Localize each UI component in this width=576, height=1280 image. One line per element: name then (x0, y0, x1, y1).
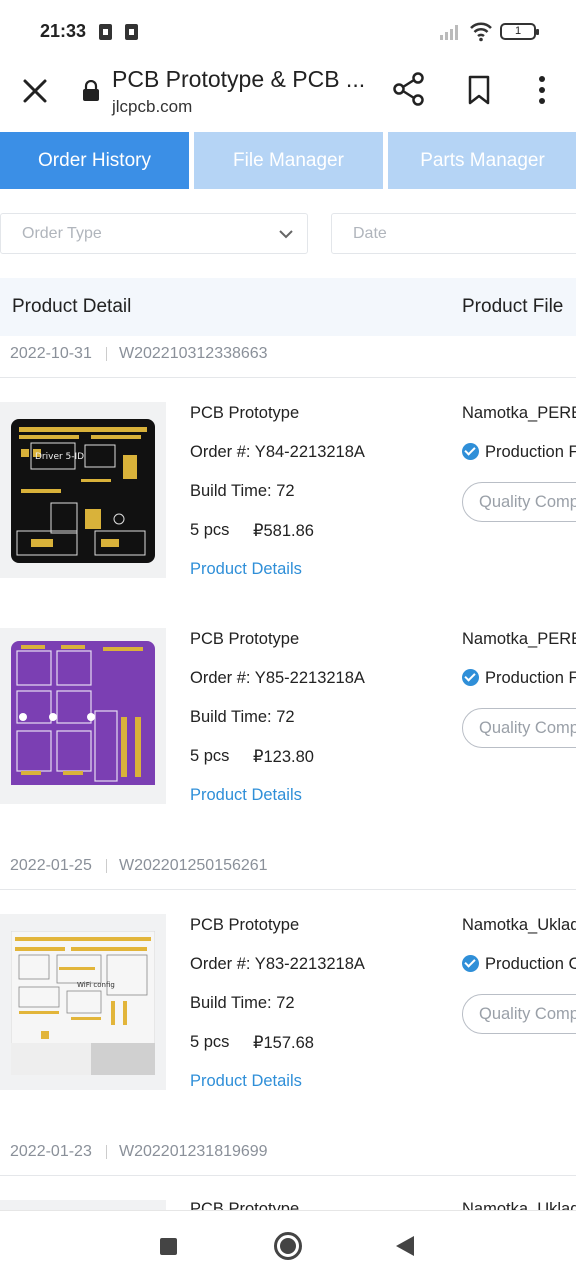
product-details-link[interactable]: Product Details (190, 786, 302, 805)
status-bar: 21:33 1 (0, 0, 576, 60)
pcb-board-image (11, 641, 155, 785)
product-details-link[interactable]: Product Details (190, 560, 302, 579)
quality-button[interactable]: Quality Comp (462, 482, 576, 522)
check-circle-icon (462, 443, 479, 460)
order-header: 2022-01-25 W202201250156261 (0, 848, 576, 890)
production-label: Production F (485, 443, 576, 461)
quantity: 5 pcs (190, 747, 230, 765)
page-url[interactable]: jlcpcb.com (112, 97, 192, 117)
product-type: PCB Prototype (190, 630, 300, 648)
chevron-down-icon (279, 230, 293, 239)
build-time: Build Time: 72 (190, 994, 295, 1012)
quality-button[interactable]: Quality Comp (462, 708, 576, 748)
file-name[interactable]: Namotka_Uklad (462, 916, 576, 935)
recents-icon[interactable] (160, 1238, 177, 1255)
quality-button[interactable]: Quality Comp (462, 994, 576, 1034)
bookmark-icon[interactable] (466, 74, 492, 106)
price: ₽581.86 (253, 522, 314, 540)
back-icon[interactable] (396, 1236, 414, 1256)
order-type-placeholder: Order Type (22, 225, 102, 242)
production-status: Production F (462, 669, 576, 688)
tab-bar: Order History File Manager Parts Manager (0, 132, 576, 190)
order-number-label: Order #: Y83-2213218A (190, 955, 365, 973)
order-date: 2022-01-23 (10, 1143, 92, 1160)
more-icon[interactable] (532, 74, 552, 106)
order-date: 2022-01-25 (10, 857, 92, 874)
production-label: Production F (485, 669, 576, 687)
pcb-thumbnail[interactable] (0, 1200, 166, 1210)
page-title[interactable]: PCB Prototype & PCB ... (112, 66, 365, 93)
tab-order-history[interactable]: Order History (0, 132, 189, 189)
list-item: Driver 5-ID PCB Prototype Order #: Y84-2… (0, 402, 576, 582)
home-icon[interactable] (274, 1232, 302, 1260)
lock-icon (83, 80, 99, 101)
build-time: Build Time: 72 (190, 482, 295, 500)
header-product-detail: Product Detail (12, 296, 132, 317)
product-type: PCB Prototype (190, 916, 300, 934)
order-number[interactable]: W202210312338663 (119, 345, 268, 363)
date-select[interactable]: Date (331, 213, 576, 254)
svg-text:Driver 5-ID: Driver 5-ID (35, 452, 84, 462)
table-header: Product Detail Product File (0, 278, 576, 336)
order-type-select[interactable]: Order Type (0, 213, 308, 254)
pcb-board-image: WiFi config (11, 931, 155, 1075)
list-item: WiFi config PCB Prototype Order #: Y83-2… (0, 914, 576, 1094)
divider (106, 859, 107, 873)
battery-icon: 1 (500, 23, 539, 40)
product-type: PCB Prototype (190, 1200, 300, 1210)
file-name[interactable]: Namotka_Uklad (462, 1200, 576, 1210)
pcb-thumbnail[interactable]: WiFi config (0, 914, 166, 1090)
price: ₽157.68 (253, 1034, 314, 1052)
pcb-thumbnail[interactable] (0, 628, 166, 804)
wifi-icon (470, 22, 492, 42)
signal-icon (440, 25, 458, 40)
order-number-label: Order #: Y84-2213218A (190, 443, 365, 461)
order-number-label: Order #: Y85-2213218A (190, 669, 365, 687)
production-label: Production C (485, 955, 576, 973)
order-number[interactable]: W202201231819699 (119, 1143, 268, 1161)
browser-toolbar: PCB Prototype & PCB ... jlcpcb.com (0, 60, 576, 130)
product-type: PCB Prototype (190, 404, 300, 422)
notification-icon (125, 24, 138, 40)
header-product-file: Product File (462, 296, 564, 317)
tab-parts-manager[interactable]: Parts Manager (388, 132, 576, 189)
order-header: 2022-01-23 W202201231819699 (0, 1134, 576, 1176)
divider (106, 1145, 107, 1159)
build-time: Build Time: 72 (190, 708, 295, 726)
order-number[interactable]: W202201250156261 (119, 857, 268, 875)
system-nav-bar (0, 1210, 576, 1280)
share-icon[interactable] (392, 72, 426, 106)
file-name[interactable]: Namotka_PERE (462, 630, 576, 649)
svg-text:WiFi config: WiFi config (77, 981, 115, 989)
status-time: 21:33 (40, 21, 87, 41)
production-status: Production F (462, 443, 576, 462)
list-item: PCB Prototype Order #: Y85-2213218A Buil… (0, 628, 576, 808)
tab-file-manager[interactable]: File Manager (194, 132, 383, 189)
divider (106, 347, 107, 361)
product-details-link[interactable]: Product Details (190, 1072, 302, 1091)
close-icon[interactable] (20, 76, 50, 106)
pcb-board-image: Driver 5-ID (11, 419, 155, 563)
check-circle-icon (462, 669, 479, 686)
price: ₽123.80 (253, 748, 314, 766)
check-circle-icon (462, 955, 479, 972)
pcb-thumbnail[interactable]: Driver 5-ID (0, 402, 166, 578)
production-status: Production C (462, 955, 576, 974)
date-placeholder: Date (353, 225, 387, 242)
order-date: 2022-10-31 (10, 345, 92, 362)
list-item: PCB Prototype Namotka_Uklad (0, 1198, 576, 1210)
order-header: 2022-10-31 W202210312338663 (0, 336, 576, 378)
quantity: 5 pcs (190, 1033, 230, 1051)
file-name[interactable]: Namotka_PERE (462, 404, 576, 423)
quantity: 5 pcs (190, 521, 230, 539)
notification-icon (99, 24, 112, 40)
